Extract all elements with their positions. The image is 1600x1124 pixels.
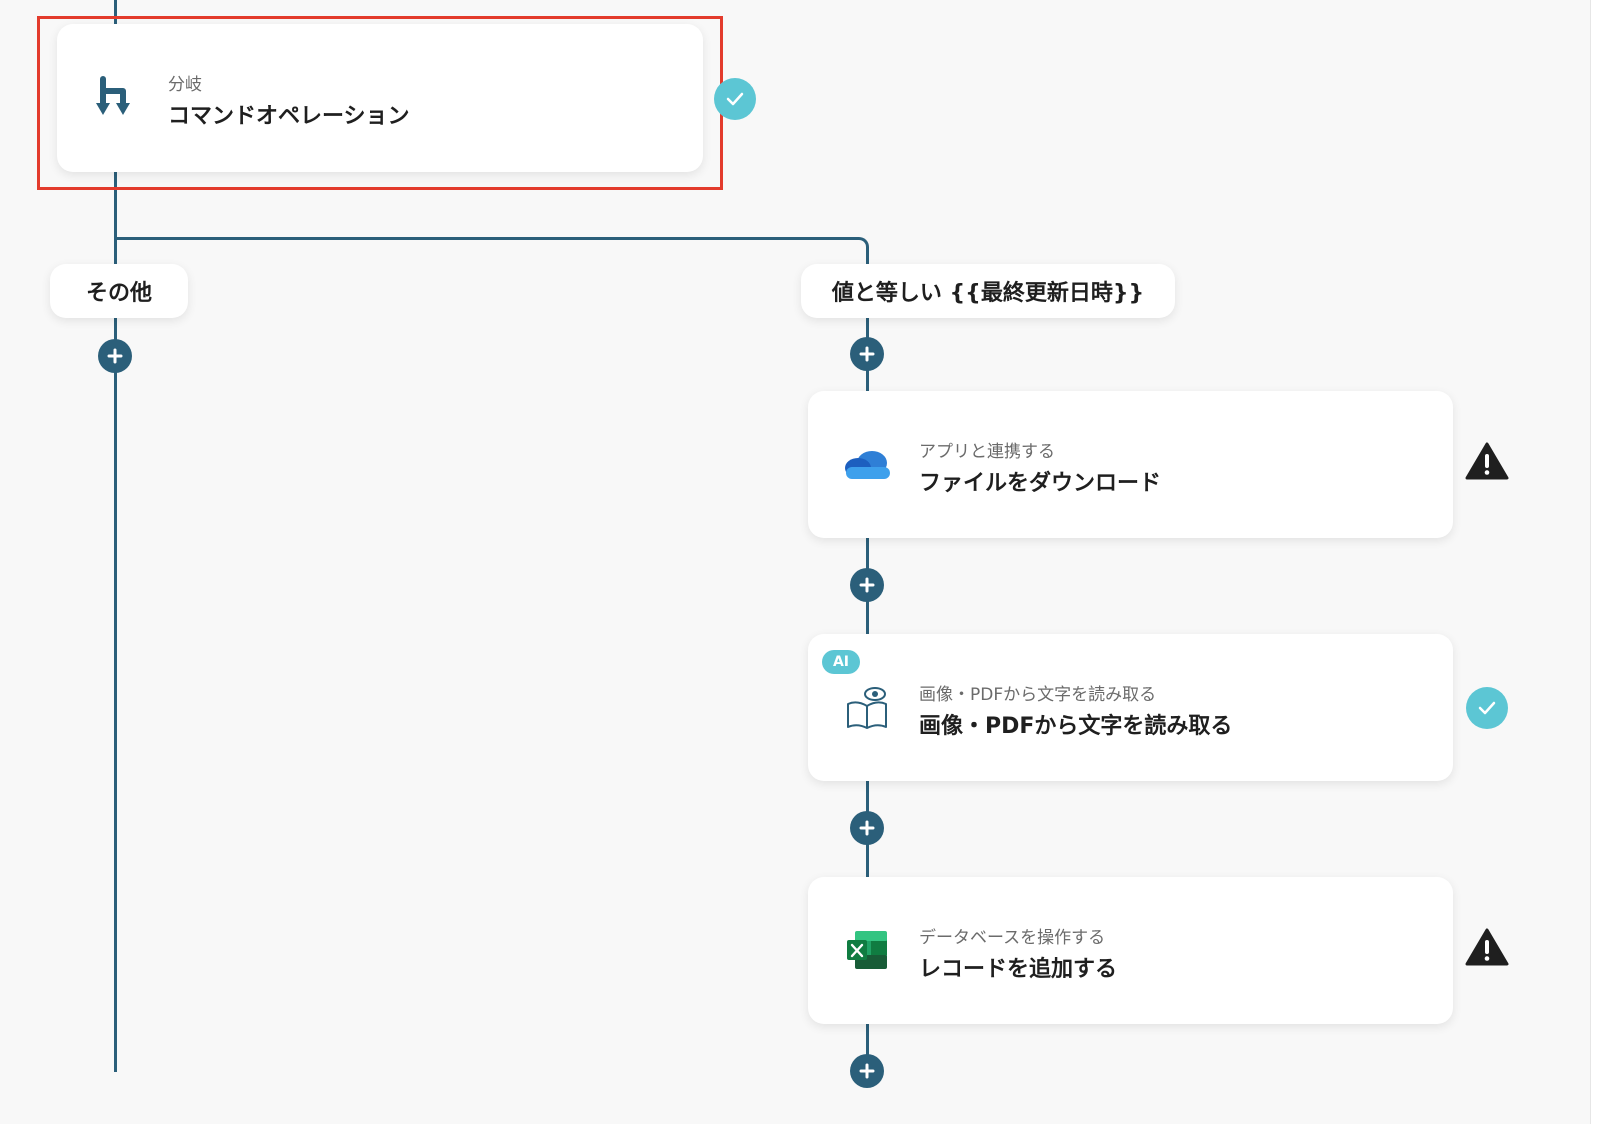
step-card-add-record[interactable]: データベースを操作する レコードを追加する [808, 877, 1453, 1024]
branch-label-condition[interactable]: 値と等しい {{最終更新日時}} [801, 264, 1175, 318]
card-title: ファイルをダウンロード [919, 471, 1162, 496]
warning-icon [1465, 442, 1509, 480]
step-card-ocr[interactable]: AI 画像・PDFから文字を読み取る 画像・PDFから文字を読み取る [808, 634, 1453, 781]
add-step-button[interactable] [98, 339, 132, 373]
card-title: 画像・PDFから文字を読み取る [919, 714, 1233, 739]
add-step-button[interactable] [850, 568, 884, 602]
card-category: データベースを操作する [919, 928, 1106, 948]
onedrive-icon [842, 439, 892, 489]
ocr-book-eye-icon [842, 682, 892, 732]
selection-highlight [37, 16, 723, 190]
card-category: 画像・PDFから文字を読み取る [919, 685, 1157, 705]
branch-label-other[interactable]: その他 [50, 264, 188, 318]
ai-badge: AI [822, 650, 860, 674]
right-panel-edge [1590, 0, 1600, 1124]
card-title: レコードを追加する [919, 957, 1118, 982]
completed-check-icon [714, 78, 756, 120]
completed-check-icon [1466, 687, 1508, 729]
excel-icon [842, 925, 892, 975]
connector-branch-horizontal [114, 237, 858, 240]
warning-icon [1465, 928, 1509, 966]
card-category: アプリと連携する [919, 442, 1055, 462]
add-step-button[interactable] [850, 337, 884, 371]
step-card-download-file[interactable]: アプリと連携する ファイルをダウンロード [808, 391, 1453, 538]
add-step-button[interactable] [850, 1054, 884, 1088]
add-step-button[interactable] [850, 811, 884, 845]
